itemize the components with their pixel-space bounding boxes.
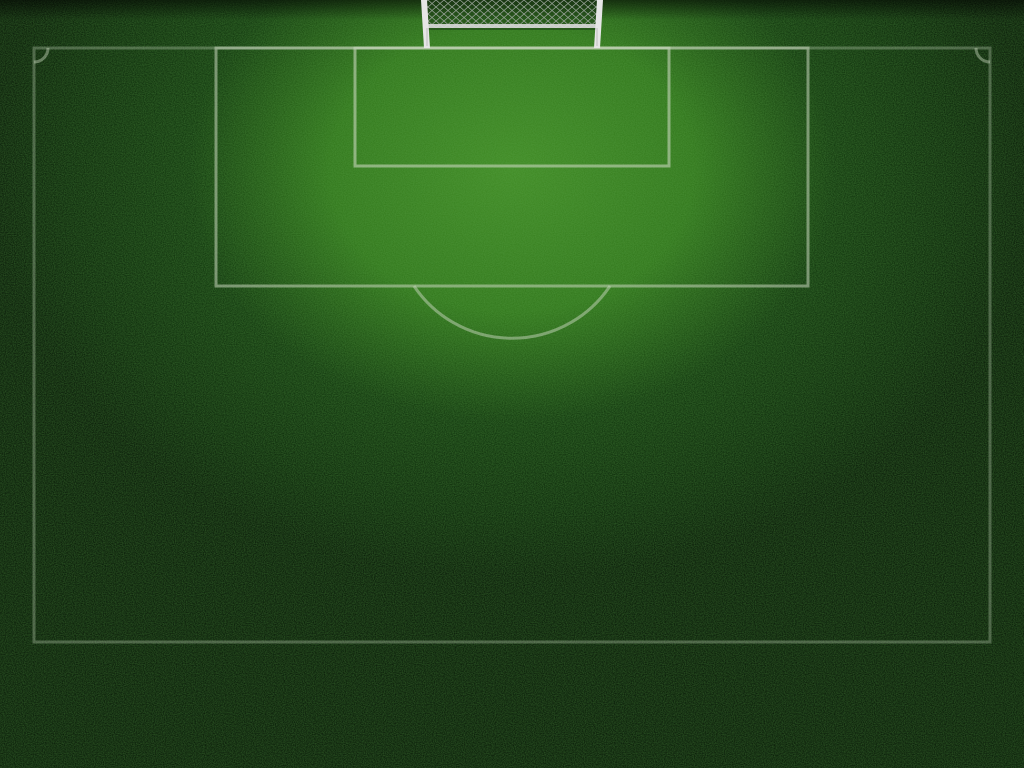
grass-texture [0, 0, 1024, 768]
game-stage [0, 0, 1024, 768]
goal-back-bar [428, 24, 596, 28]
pitch-canvas [0, 0, 1024, 768]
